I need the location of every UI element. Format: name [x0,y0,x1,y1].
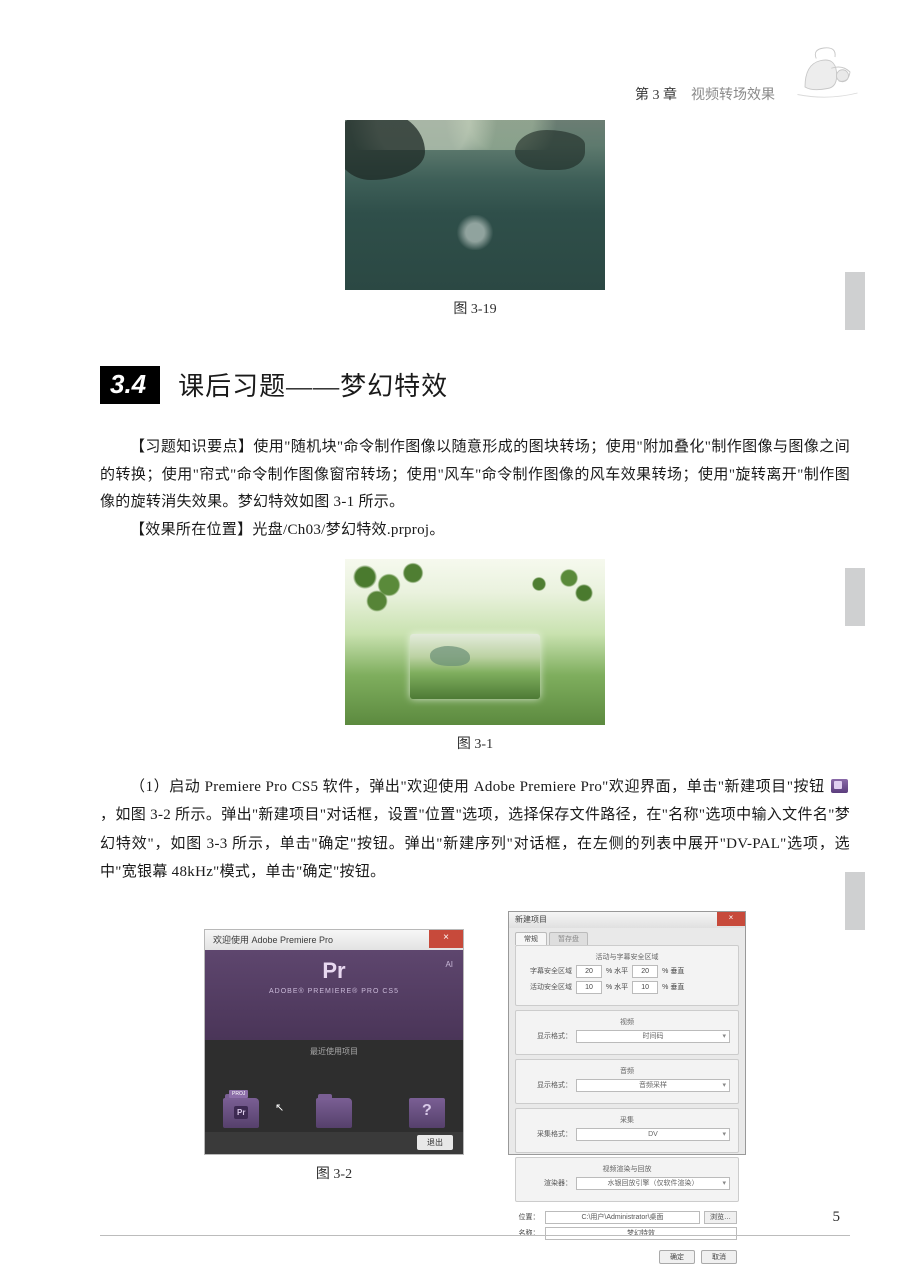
name-field[interactable]: 梦幻特效 [545,1227,737,1240]
exit-button[interactable]: 退出 [417,1135,453,1150]
unit: % 水平 [606,982,628,992]
footer-rule [100,1235,850,1236]
chapter-title: 视频转场效果 [691,88,775,103]
tab-general[interactable]: 常规 [515,932,547,945]
action-safe-v[interactable]: 10 [632,981,658,994]
step-text-a: （1）启动 Premiere Pro CS5 软件，弹出"欢迎使用 Adobe … [130,779,825,795]
group-safe-area: 活动与字幕安全区域 字幕安全区域 20 % 水平 20 % 垂直 活动安全区域 … [515,945,739,1006]
label: 采集格式： [524,1129,572,1139]
title-safe-h[interactable]: 20 [576,965,602,978]
tab-scratch[interactable]: 暂存盘 [549,932,588,945]
audio-display-format-select[interactable]: 音频采样 [576,1079,730,1092]
paragraph: 【习题知识要点】使用"随机块"命令制作图像以随意形成的图块转场；使用"附加叠化"… [100,434,850,517]
label: 活动安全区域 [524,982,572,992]
label: 字幕安全区域 [524,966,572,976]
dialog-title: 新建项目 [515,914,547,925]
capture-format-select[interactable]: DV [576,1128,730,1141]
step-text: （1）启动 Premiere Pro CS5 软件，弹出"欢迎使用 Adobe … [100,773,850,887]
browse-button[interactable]: 浏览… [704,1211,737,1224]
cursor-icon: ↖ [275,1101,284,1114]
group-title: 视频渲染与回放 [524,1164,730,1174]
cancel-button[interactable]: 取消 [701,1250,737,1264]
paragraph: 【效果所在位置】光盘/Ch03/梦幻特效.prproj。 [100,517,850,545]
group-capture: 采集 采集格式： DV [515,1108,739,1153]
renderer-select[interactable]: 水银回放引擎（仅软件渲染） [576,1177,730,1190]
label: 显示格式： [524,1080,572,1090]
step-text-b: ，如图 3-2 所示。弹出"新建项目"对话框，设置"位置"选项，选择保存文件路径… [100,807,850,880]
running-header: 第 3 章 视频转场效果 [100,84,780,104]
title-safe-v[interactable]: 20 [632,965,658,978]
section-heading: 3.4 课后习题——梦幻特效 [100,366,850,404]
dialog-titlebar: 新建项目 × [509,912,745,928]
figure-caption: 图 3-1 [100,733,850,753]
new-project-dialog: 新建项目 × 常规 暂存盘 活动与字幕安全区域 字幕安全区域 20 % 水平 2… [508,911,746,1155]
chapter-number: 第 3 章 [635,88,677,103]
welcome-dialog: 欢迎使用 Adobe Premiere Pro × Pr ADOBE® PREM… [204,929,464,1155]
unit: % 垂直 [662,982,684,992]
close-icon[interactable]: × [429,930,463,948]
new-project-icon [831,779,848,793]
unit: % 垂直 [662,966,684,976]
label: 名称： [517,1228,541,1238]
group-render: 视频渲染与回放 渲染器： 水银回放引擎（仅软件渲染） [515,1157,739,1202]
video-display-format-select[interactable]: 时间码 [576,1030,730,1043]
figure-caption: 图 3-19 [100,298,850,318]
unit: % 水平 [606,966,628,976]
side-tab [845,872,865,930]
group-title: 采集 [524,1115,730,1125]
ai-mark: AI [445,960,453,969]
brand-logo: Pr [217,960,451,982]
group-title: 视频 [524,1017,730,1027]
page-number: 5 [833,1209,841,1226]
body-text: 【习题知识要点】使用"随机块"命令制作图像以随意形成的图块转场；使用"附加叠化"… [100,434,850,545]
group-audio: 音频 显示格式： 音频采样 [515,1059,739,1104]
figure-3-1: 图 3-1 [100,559,850,753]
decorative-illustration [790,42,865,102]
figure-image [345,120,605,290]
ok-button[interactable]: 确定 [659,1250,695,1264]
label: 渲染器： [524,1178,572,1188]
figure-caption: 图 3-2 [204,1163,464,1183]
label: 显示格式： [524,1031,572,1041]
section-number-badge: 3.4 [100,366,160,404]
proj-badge: PROJ [229,1090,248,1098]
page: 第 3 章 视频转场效果 图 3-19 3.4 课后习题——梦幻特效 【习题知识… [0,0,920,1282]
figure-3-19: 图 3-19 [100,120,850,318]
recent-projects-label: 最近使用项目 [217,1046,451,1057]
label: 位置： [517,1212,541,1222]
side-tab [845,568,865,626]
location-field[interactable]: C:\用户\Administrator\桌面 [545,1211,700,1224]
section-title: 课后习题——梦幻特效 [178,366,448,403]
dialog-titlebar: 欢迎使用 Adobe Premiere Pro × [205,930,463,950]
close-icon[interactable]: × [717,912,745,926]
group-title: 活动与字幕安全区域 [524,952,730,962]
dialog-title: 欢迎使用 Adobe Premiere Pro [213,933,333,946]
figure-image [345,559,605,725]
side-tab [845,272,865,330]
pr-icon: Pr [234,1106,248,1119]
action-safe-h[interactable]: 10 [576,981,602,994]
brand-subtitle: ADOBE® PREMIERE® PRO CS5 [217,988,451,995]
group-video: 视频 显示格式： 时间码 [515,1010,739,1055]
figure-row: 欢迎使用 Adobe Premiere Pro × Pr ADOBE® PREM… [100,911,850,1183]
dialog-hero: Pr ADOBE® PREMIERE® PRO CS5 AI [205,950,463,1040]
figure-3-3: 新建项目 × 常规 暂存盘 活动与字幕安全区域 字幕安全区域 20 % 水平 2… [508,911,746,1183]
group-title: 音频 [524,1066,730,1076]
figure-3-2: 欢迎使用 Adobe Premiere Pro × Pr ADOBE® PREM… [204,929,464,1183]
dialog-tabs: 常规 暂存盘 [509,928,745,945]
